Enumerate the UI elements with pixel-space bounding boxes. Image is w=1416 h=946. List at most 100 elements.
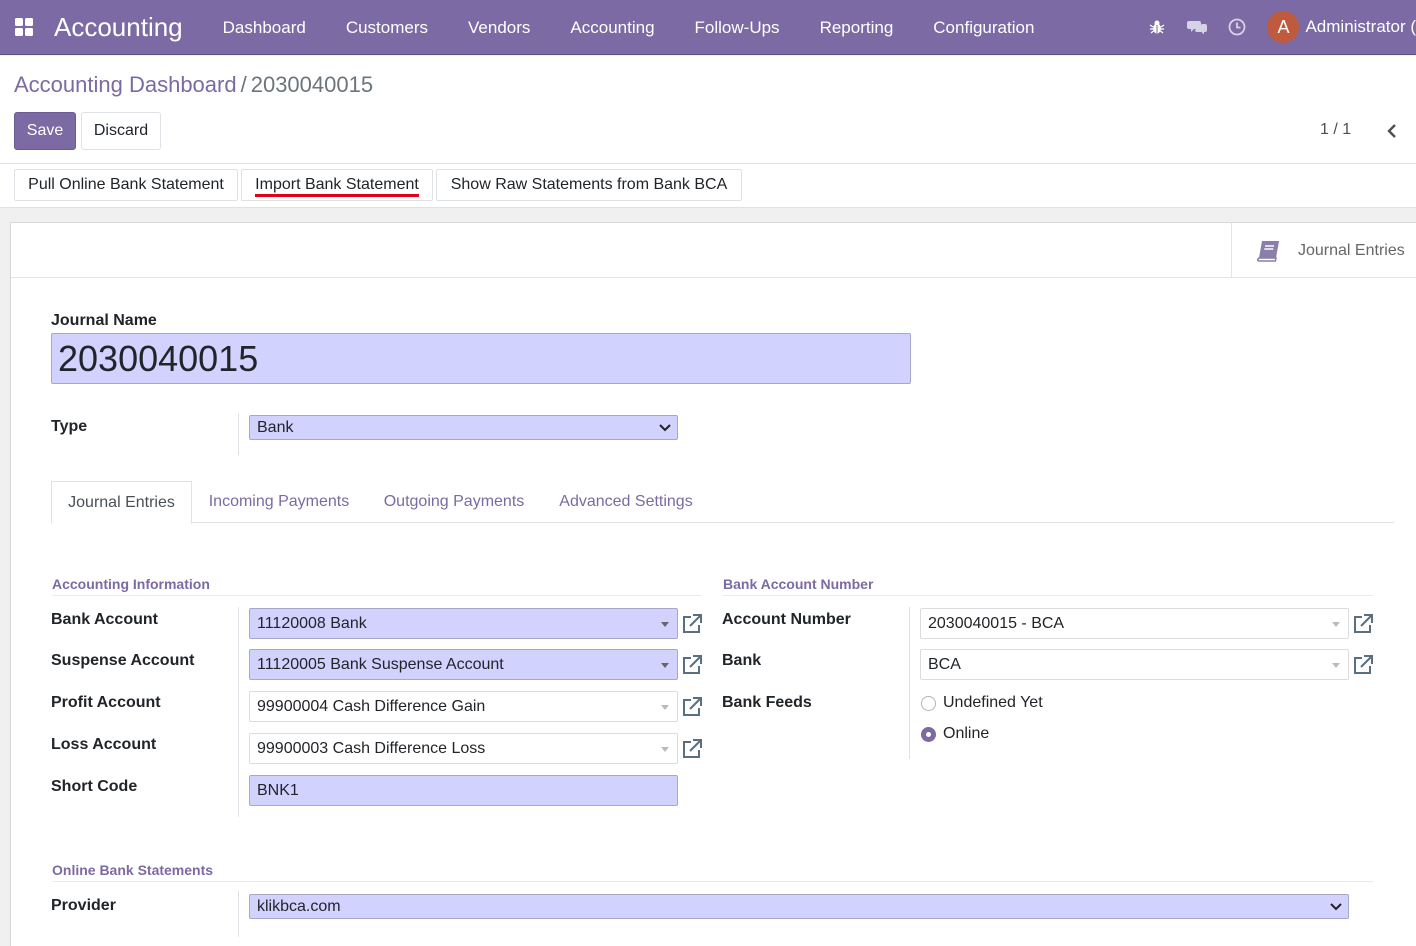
user-menu[interactable]: Administrator ( [1305,17,1416,37]
external-link-icon[interactable] [680,612,704,636]
online-statements-title: Online Bank Statements [52,862,214,878]
journal-entries-smart-label: Journal Entries [1298,241,1405,259]
bank-account-field[interactable]: 11120008 Bank [249,608,678,639]
bank-account-number-separator [723,595,1373,596]
tab-outgoing-payments[interactable]: Outgoing Payments [371,481,537,523]
caret-down-icon [661,746,669,752]
pager-value[interactable]: 1 / 1 [1320,121,1351,139]
profit-account-field[interactable]: 99900004 Cash Difference Gain [249,691,678,722]
suspense-account-value: 11120005 Bank Suspense Account [257,655,504,673]
book-icon [1256,239,1282,263]
type-divider [238,413,239,455]
account-number-field[interactable]: 2030040015 - BCA [920,608,1349,639]
bank-account-number-divider [909,607,910,759]
loss-account-label: Loss Account [51,736,157,753]
control-panel: Accounting Dashboard/2030040015 Save Dis… [0,56,1416,164]
radio-unchecked-icon[interactable] [921,695,936,711]
journal-name-input[interactable]: 2030040015 [51,333,911,384]
bank-label: Bank [722,652,762,669]
save-button[interactable]: Save [14,112,76,150]
pull-online-statement-label: Pull Online Bank Statement [28,176,224,193]
online-statements-separator [52,881,1373,882]
notebook-tabs: Journal Entries Incoming Payments Outgoi… [51,481,1394,524]
provider-select[interactable]: klikbca.com [249,894,1349,919]
loss-account-value: 99900003 Cash Difference Loss [257,739,486,757]
provider-label: Provider [51,897,116,914]
account-number-label: Account Number [722,611,851,628]
breadcrumb-parent[interactable]: Accounting Dashboard [14,72,237,97]
external-link-icon[interactable] [680,653,704,677]
smart-button-box: Journal Entries [11,223,1416,278]
bank-feeds-option-online[interactable]: Online [921,725,989,743]
import-bank-statement-label: Import Bank Statement [255,176,419,197]
accounting-info-title: Accounting Information [52,576,210,592]
bug-icon[interactable] [1137,0,1177,55]
breadcrumb-current: 2030040015 [250,72,374,97]
short-code-input[interactable]: BNK1 [249,775,678,806]
chevron-left-icon[interactable] [1382,120,1402,142]
external-link-icon[interactable] [1351,653,1375,677]
bank-value: BCA [928,655,961,673]
external-link-icon[interactable] [680,695,704,719]
menu-vendors[interactable]: Vendors [448,0,550,55]
show-raw-statements-label: Show Raw Statements from Bank BCA [450,176,728,193]
tab-incoming-payments[interactable]: Incoming Payments [196,481,362,523]
menu-reporting[interactable]: Reporting [800,0,914,55]
radio-checked-icon[interactable] [921,726,936,742]
tab-journal-entries[interactable]: Journal Entries [51,481,192,524]
loss-account-field[interactable]: 99900003 Cash Difference Loss [249,733,678,764]
profit-account-label: Profit Account [51,694,161,711]
menu-dashboard[interactable]: Dashboard [203,0,326,55]
bank-feeds-option-label: Online [943,725,990,742]
caret-down-icon [1332,662,1340,668]
tab-advanced-settings[interactable]: Advanced Settings [546,481,706,523]
caret-down-icon [661,621,669,627]
online-statements-divider [238,891,239,937]
import-bank-statement-button[interactable]: Import Bank Statement [241,169,433,201]
app-title[interactable]: Accounting [54,12,183,43]
profit-account-value: 99900004 Cash Difference Gain [257,697,486,715]
discard-button[interactable]: Discard [81,112,161,150]
accounting-info-separator [52,595,702,596]
chevron-down-icon [1330,902,1342,911]
pull-online-statement-button[interactable]: Pull Online Bank Statement [14,169,238,201]
breadcrumb: Accounting Dashboard/2030040015 [14,72,373,98]
provider-select-value: klikbca.com [257,897,341,915]
menu-configuration[interactable]: Configuration [913,0,1054,55]
caret-down-icon [661,704,669,710]
menu-follow-ups[interactable]: Follow-Ups [675,0,800,55]
bank-feeds-option-undefined[interactable]: Undefined Yet [921,694,1043,712]
caret-down-icon [1332,621,1340,627]
statusbar: Pull Online Bank Statement Import Bank S… [0,164,1416,208]
bank-account-value: 11120008 Bank [257,614,367,632]
breadcrumb-separator: / [240,72,247,97]
journal-name-label: Journal Name [51,312,157,329]
accounting-info-divider [238,607,239,817]
external-link-icon[interactable] [1351,612,1375,636]
chevron-down-icon [659,423,671,432]
clock-icon[interactable] [1217,0,1257,55]
apps-menu-icon[interactable] [0,0,48,55]
external-link-icon[interactable] [680,737,704,761]
short-code-value: BNK1 [257,781,299,799]
bank-feeds-option-label: Undefined Yet [943,694,1043,711]
account-number-value: 2030040015 - BCA [928,614,1065,632]
journal-entries-smart-button[interactable]: Journal Entries [1231,223,1416,278]
bank-account-number-title: Bank Account Number [723,576,874,592]
bank-field[interactable]: BCA [920,649,1349,680]
avatar[interactable]: A [1267,11,1300,43]
show-raw-statements-button[interactable]: Show Raw Statements from Bank BCA [436,169,742,201]
menu-customers[interactable]: Customers [326,0,448,55]
suspense-account-label: Suspense Account [51,652,195,669]
menu-accounting[interactable]: Accounting [550,0,674,55]
chat-icon[interactable] [1177,0,1217,55]
type-select[interactable]: Bank [249,415,678,440]
type-label: Type [51,418,88,435]
caret-down-icon [661,662,669,668]
bank-feeds-label: Bank Feeds [722,694,812,711]
suspense-account-field[interactable]: 11120005 Bank Suspense Account [249,649,678,680]
type-select-value: Bank [257,418,294,436]
bank-account-label: Bank Account [51,611,158,628]
top-navbar: Accounting Dashboard Customers Vendors A… [0,0,1416,55]
form-sheet: Journal Entries Journal Name 2030040015 … [10,222,1416,946]
